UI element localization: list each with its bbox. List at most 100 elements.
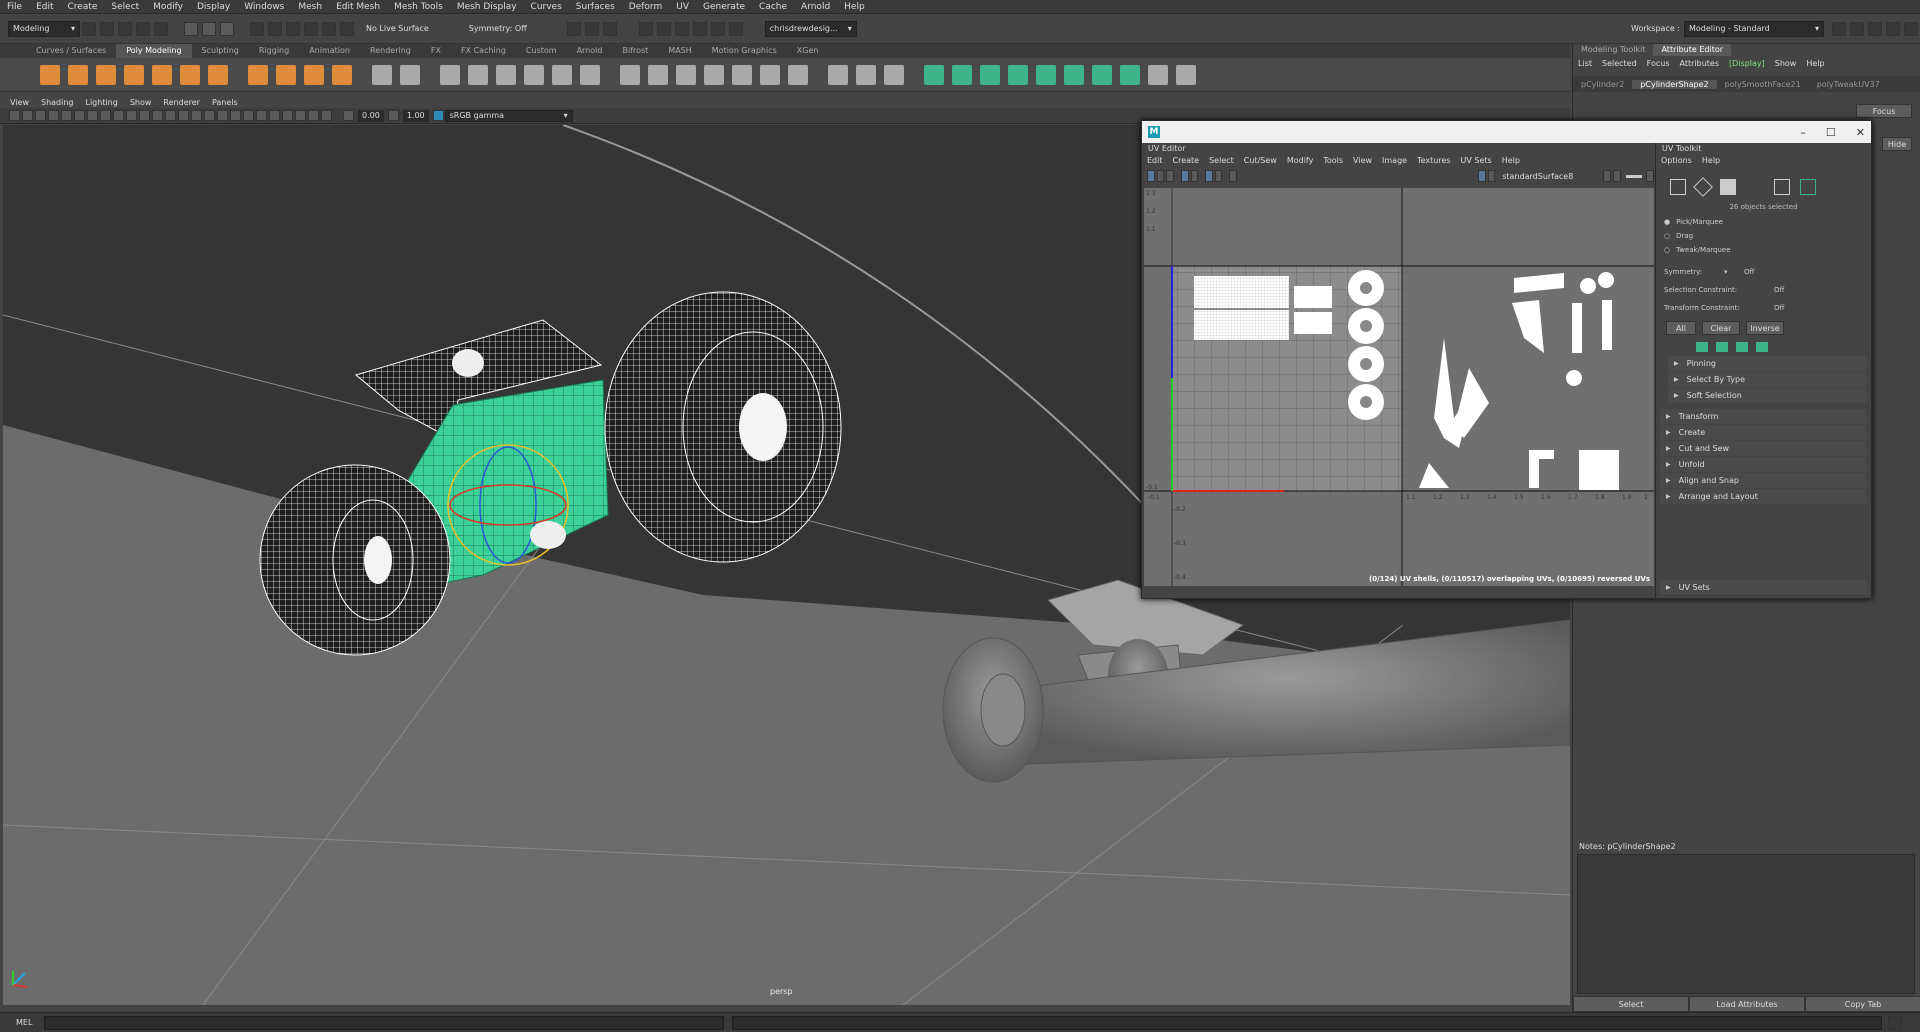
- resolution-gate-icon[interactable]: [87, 110, 98, 121]
- symmetry-value[interactable]: Off: [1744, 268, 1754, 276]
- uv-select-icon[interactable]: [1147, 170, 1155, 182]
- xray-joints-icon[interactable]: [308, 110, 319, 121]
- clear-selection-button[interactable]: Clear: [1702, 321, 1740, 335]
- menu-edit[interactable]: Edit: [29, 2, 60, 12]
- planar-uv-icon[interactable]: [924, 64, 944, 85]
- mel-label[interactable]: MEL: [0, 1018, 36, 1027]
- menu-help[interactable]: Help: [837, 2, 872, 12]
- snap-surface-icon[interactable]: [322, 21, 336, 36]
- camera-attributes-icon[interactable]: [22, 110, 33, 121]
- menu-mesh-tools[interactable]: Mesh Tools: [387, 2, 450, 12]
- multi-cut-icon[interactable]: [648, 64, 668, 85]
- spherical-uv-icon[interactable]: [980, 64, 1000, 85]
- uv-shell-baseplate[interactable]: [1579, 450, 1619, 490]
- fill-hole-icon[interactable]: [524, 64, 544, 85]
- shelf-tab-animation[interactable]: Animation: [299, 44, 360, 58]
- attr-menu-focus[interactable]: Focus: [1642, 59, 1675, 68]
- wireframe-on-shaded-icon[interactable]: [178, 110, 189, 121]
- attr-menu-show[interactable]: Show: [1770, 59, 1802, 68]
- tab-modeling-toolkit[interactable]: Modeling Toolkit: [1573, 44, 1653, 56]
- user-account-dropdown[interactable]: chrisdrewdesig... ▾: [764, 20, 857, 37]
- node-tab-polytweakuv37[interactable]: polyTweakUV37: [1809, 80, 1888, 89]
- uv-grid-view[interactable]: 1.3 1.2 1.1 -0.1 -0.2 -0.3 -0.4 1.1 1.2 …: [1144, 188, 1654, 586]
- uv-menu-view[interactable]: View: [1348, 156, 1377, 165]
- attr-menu-selected[interactable]: Selected: [1597, 59, 1642, 68]
- render-settings-icon[interactable]: [656, 21, 671, 36]
- focus-button[interactable]: Focus: [1856, 104, 1912, 118]
- pinning-section[interactable]: Pinning: [1668, 356, 1867, 371]
- poly-sphere-icon[interactable]: [40, 64, 60, 85]
- pick-marquee-option[interactable]: ● Pick/Marquee: [1656, 215, 1871, 229]
- edge-mode-icon[interactable]: [1693, 177, 1713, 197]
- menu-arnold[interactable]: Arnold: [794, 2, 837, 12]
- menu-select[interactable]: Select: [104, 2, 146, 12]
- menu-display[interactable]: Display: [190, 2, 237, 12]
- poly-cube-icon[interactable]: [68, 64, 88, 85]
- soft-selection-section[interactable]: Soft Selection: [1668, 388, 1867, 403]
- attr-menu-help[interactable]: Help: [1801, 59, 1829, 68]
- inverse-selection-button[interactable]: Inverse: [1746, 321, 1784, 335]
- poly-disc-icon[interactable]: [208, 64, 228, 85]
- uv-sets-section[interactable]: UV Sets: [1660, 580, 1867, 595]
- render-current-icon[interactable]: [602, 21, 617, 36]
- offset-edge-loop-icon[interactable]: [704, 64, 724, 85]
- unfold-section[interactable]: Unfold: [1660, 457, 1867, 472]
- uv-menu-uv-sets[interactable]: UV Sets: [1456, 156, 1497, 165]
- channel-box-icon[interactable]: [1850, 21, 1864, 36]
- uv-menu-edit[interactable]: Edit: [1142, 156, 1168, 165]
- uv-checker-map-icon[interactable]: [1487, 170, 1496, 182]
- uv-toolkit-icon[interactable]: [1176, 64, 1196, 85]
- menu-windows[interactable]: Windows: [237, 2, 291, 12]
- select-camera-icon[interactable]: [9, 110, 20, 121]
- cylindrical-uv-icon[interactable]: [952, 64, 972, 85]
- tool-settings-icon[interactable]: [1886, 21, 1900, 36]
- copy-tab-button[interactable]: Copy Tab: [1805, 996, 1920, 1012]
- select-all-button[interactable]: All: [1666, 321, 1696, 335]
- uv-editor-icon[interactable]: [1148, 64, 1168, 85]
- pause-icon[interactable]: [728, 21, 743, 36]
- uv-shell-icon[interactable]: [1156, 170, 1165, 182]
- poly-cone-icon[interactable]: [124, 64, 144, 85]
- shelf-tab-curves-surfaces[interactable]: Curves / Surfaces: [26, 44, 116, 58]
- menu-edit-mesh[interactable]: Edit Mesh: [329, 2, 387, 12]
- snap-curve-icon[interactable]: [268, 21, 282, 36]
- tab-attribute-editor[interactable]: Attribute Editor: [1653, 44, 1732, 56]
- uv-menu-modify[interactable]: Modify: [1282, 156, 1319, 165]
- shelf-tab-bifrost[interactable]: Bifrost: [612, 44, 658, 58]
- svg-icon[interactable]: [332, 64, 352, 85]
- snap-grid-icon[interactable]: [250, 21, 264, 36]
- cut-uv-icon[interactable]: [1064, 64, 1084, 85]
- color-management-icon[interactable]: [432, 110, 444, 121]
- exposure-icon[interactable]: [343, 110, 354, 121]
- transform-section[interactable]: Transform: [1660, 409, 1867, 424]
- undo-icon[interactable]: [136, 21, 150, 36]
- xray-icon[interactable]: [191, 110, 202, 121]
- color-space-dropdown[interactable]: sRGB gamma ▾: [444, 109, 573, 122]
- image-plane-icon[interactable]: [48, 110, 59, 121]
- isolate-select-icon[interactable]: [295, 110, 306, 121]
- menu-file[interactable]: File: [0, 2, 29, 12]
- shelf-tab-rendering[interactable]: Rendering: [360, 44, 421, 58]
- tweak-marquee-option[interactable]: ○ Tweak/Marquee: [1656, 243, 1871, 257]
- select-by-type-section[interactable]: Select By Type: [1668, 372, 1867, 387]
- align-and-snap-section[interactable]: Align and Snap: [1660, 473, 1867, 488]
- save-scene-icon[interactable]: [118, 21, 132, 36]
- uv-menu-select[interactable]: Select: [1204, 156, 1239, 165]
- uv-material-label[interactable]: standardSurface8: [1502, 172, 1573, 181]
- uv-display-icon[interactable]: [1646, 170, 1655, 182]
- workspace-dropdown[interactable]: Modeling - Standard ▾: [1684, 20, 1824, 37]
- grow-selection-icon[interactable]: [1696, 342, 1708, 352]
- bookmarks-icon[interactable]: [35, 110, 46, 121]
- uv-mode-icon[interactable]: [1774, 179, 1790, 195]
- uv-gamma-icon[interactable]: [1612, 170, 1621, 182]
- uv-grid-icon[interactable]: [1180, 170, 1189, 182]
- boolean-icon[interactable]: [468, 64, 488, 85]
- ambient-occlusion-icon[interactable]: [243, 110, 254, 121]
- collapse-icon[interactable]: [788, 64, 808, 85]
- uv-image-icon[interactable]: [1229, 170, 1237, 182]
- safe-action-icon[interactable]: [126, 110, 137, 121]
- smooth-shade-icon[interactable]: [165, 110, 176, 121]
- layer-editor-icon[interactable]: [1904, 21, 1918, 36]
- motion-blur-icon[interactable]: [256, 110, 267, 121]
- menu-deform[interactable]: Deform: [622, 2, 669, 12]
